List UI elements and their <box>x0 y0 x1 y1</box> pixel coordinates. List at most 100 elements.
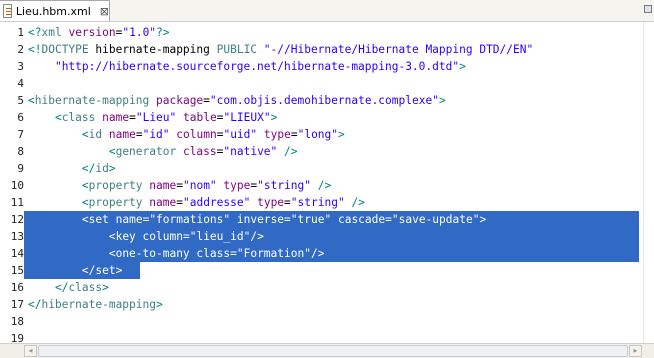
code-text[interactable]: </id> <box>28 160 116 177</box>
line-number: 15 <box>10 264 24 277</box>
code-token-pun: < <box>108 145 116 158</box>
scroll-left-button[interactable]: ◂ <box>24 345 37 357</box>
code-line[interactable]: 3 "http://hibernate.sourceforge.net/hibe… <box>0 58 644 75</box>
code-token-pun: /> <box>250 230 264 243</box>
code-line[interactable]: 14 <one-to-many class="Formation"/> <box>0 245 644 262</box>
code-text[interactable]: <hibernate-mapping package="com.objis.de… <box>28 92 446 109</box>
xml-editor[interactable]: 1 <?xml version="1.0"?> 2 <!DOCTYPE hiberna… <box>0 22 644 343</box>
code-text[interactable]: <generator class="native" /> <box>28 143 298 160</box>
line-number: 19 <box>10 332 24 343</box>
code-text[interactable]: <property name="addresse" type="string" … <box>28 194 365 211</box>
code-text[interactable]: <key column="lieu_id"/> <box>28 228 264 245</box>
tab-lieu-hbm-xml[interactable]: Lieu.hbm.xml ⊠ <box>0 0 110 21</box>
code-text[interactable]: <set name="formations" inverse="true" ca… <box>28 211 486 228</box>
code-line[interactable]: 2 <!DOCTYPE hibernate-mapping PUBLIC "-//… <box>0 41 644 58</box>
code-token-attr: name <box>115 213 143 226</box>
code-text[interactable]: "http://hibernate.sourceforge.net/hibern… <box>28 58 466 75</box>
tab-label: Lieu.hbm.xml <box>15 4 91 18</box>
code-line[interactable]: 8 <generator class="native" /> <box>0 143 644 160</box>
code-text[interactable]: <one-to-many class="Formation"/> <box>28 245 325 262</box>
code-line[interactable]: 16 </class> <box>0 279 644 296</box>
code-line[interactable]: 15 </set> <box>0 262 644 279</box>
code-token-val: "LIEUX" <box>223 111 271 124</box>
code-line[interactable]: 12 <set name="formations" inverse="true"… <box>0 211 644 228</box>
close-icon[interactable]: ⊠ <box>100 5 109 18</box>
code-token-tag: class <box>68 281 103 294</box>
code-token-txt: = <box>182 230 190 243</box>
code-text[interactable]: <id name="id" column="uid" type="long"> <box>28 126 345 143</box>
code-token-tag: class <box>61 111 96 124</box>
code-token-txt: = <box>129 111 136 124</box>
code-text[interactable]: <class name="Lieu" table="LIEUX"> <box>28 109 277 126</box>
code-token-attr: type <box>257 196 285 209</box>
code-token-attr: table <box>183 111 217 124</box>
code-line[interactable]: 10 <property name="nom" type="string" /> <box>0 177 644 194</box>
horizontal-scrollbar[interactable]: ◂ ▸ <box>0 343 654 358</box>
code-text[interactable]: </hibernate-mapping> <box>28 296 163 313</box>
code-token-pun: < <box>108 247 116 260</box>
code-line[interactable]: 1 <?xml version="1.0"?> <box>0 24 644 41</box>
code-line[interactable]: 13 <key column="lieu_id"/> <box>0 228 644 245</box>
code-token-pun: < <box>54 111 62 124</box>
editor-tab-bar: Lieu.hbm.xml ⊠ <box>0 0 654 22</box>
code-token-pun: </ <box>81 162 96 175</box>
code-line[interactable]: 18 <box>0 313 644 330</box>
code-line[interactable]: 4 <box>0 75 644 92</box>
code-token-pun: </ <box>54 281 69 294</box>
code-line[interactable]: 6 <class name="Lieu" table="LIEUX"> <box>0 109 644 126</box>
code-token-tag: hibernate-mapping <box>34 94 150 107</box>
code-token-val: "native" <box>223 145 278 158</box>
overview-ruler[interactable] <box>643 22 654 343</box>
code-line[interactable]: 5 <hibernate-mapping package="com.objis.d… <box>0 92 644 109</box>
code-token-tag: one-to-many <box>115 247 190 260</box>
code-token-val: "string" <box>257 179 312 192</box>
annotation-summary-icon[interactable] <box>644 5 652 13</box>
code-token-pun: > <box>438 94 446 107</box>
code-token-attr: package <box>156 94 204 107</box>
scroll-right-button[interactable]: ▸ <box>629 345 642 357</box>
scrollbar-thumb[interactable] <box>38 345 628 357</box>
code-line[interactable]: 11 <property name="addresse" type="strin… <box>0 194 644 211</box>
code-text[interactable]: </set> <box>28 262 122 279</box>
code-text[interactable]: <!DOCTYPE hibernate-mapping PUBLIC "-//H… <box>28 41 533 58</box>
code-text[interactable]: </class> <box>28 279 109 296</box>
code-token-pun: > <box>115 264 123 277</box>
code-token-attr: class <box>196 247 231 260</box>
code-token-val: "Formation" <box>236 247 311 260</box>
line-number: 17 <box>10 298 24 311</box>
line-number: 5 <box>17 94 24 107</box>
code-line[interactable]: 9 </id> <box>0 160 644 177</box>
code-token-tag: id <box>95 162 109 175</box>
code-token-pun: <? <box>28 26 42 39</box>
code-token-txt: = <box>176 179 183 192</box>
code-token-pun: /> <box>284 145 298 158</box>
line-number: 16 <box>10 281 24 294</box>
code-token-tag: property <box>88 196 143 209</box>
code-token-pun: < <box>81 213 89 226</box>
code-token-attr: column <box>176 128 217 141</box>
line-number: 10 <box>10 179 24 192</box>
code-line[interactable]: 17 </hibernate-mapping> <box>0 296 644 313</box>
code-line[interactable]: 7 <id name="id" column="uid" type="long"… <box>0 126 644 143</box>
code-token-val: "Lieu" <box>135 111 177 124</box>
code-token-tag: DOCTYPE <box>41 43 89 56</box>
xml-file-icon <box>3 4 12 18</box>
code-text[interactable]: <?xml version="1.0"?> <box>28 24 170 41</box>
line-number: 4 <box>17 77 24 90</box>
code-token-txt: = <box>176 196 183 209</box>
line-number: 7 <box>17 128 24 141</box>
code-token-txt: = <box>135 128 143 141</box>
code-line[interactable]: 19 <box>0 330 644 343</box>
line-number: 2 <box>17 43 24 56</box>
code-token-val: "addresse" <box>182 196 251 209</box>
code-text[interactable]: <property name="nom" type="string" /> <box>28 177 331 194</box>
